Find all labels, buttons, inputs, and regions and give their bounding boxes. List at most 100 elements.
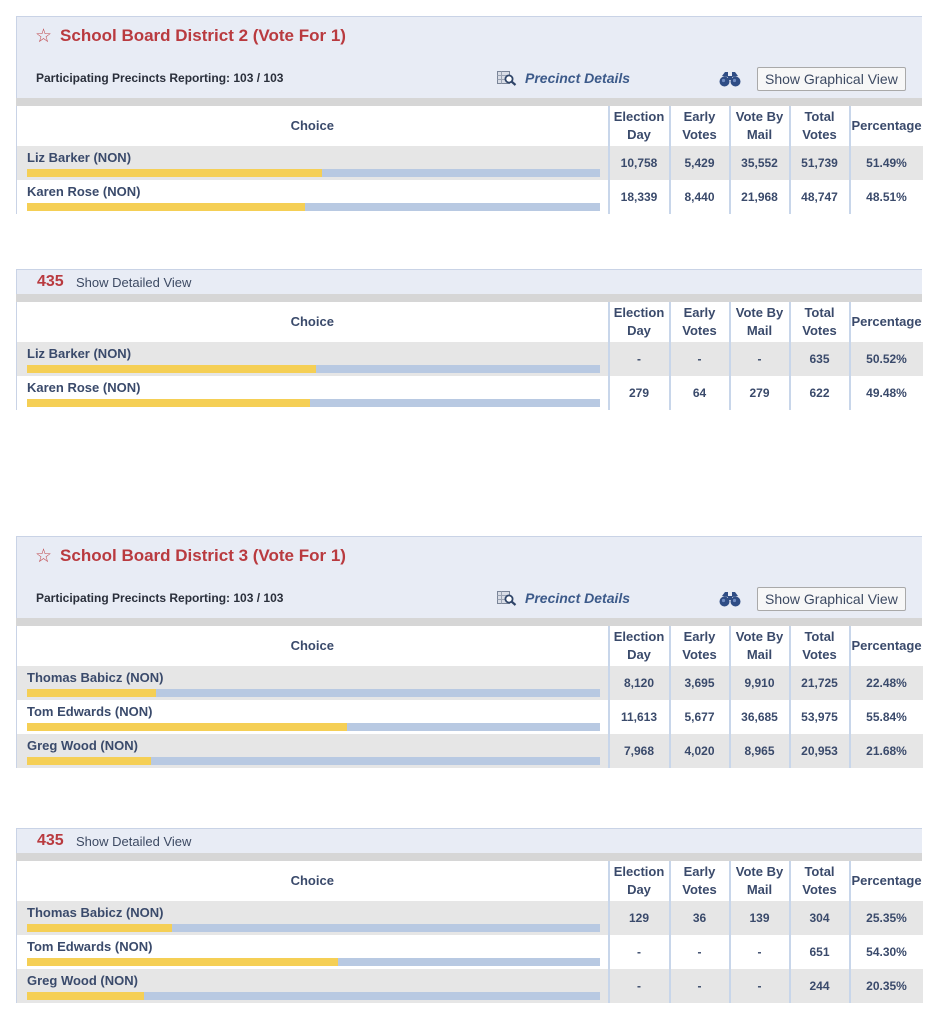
candidate-cell: Tom Edwards (NON) xyxy=(16,935,609,969)
precinct-results-table: Choice Election Day Early Votes Vote By Mai… xyxy=(16,302,923,410)
vote-share-bar xyxy=(27,399,600,407)
star-icon[interactable]: ☆ xyxy=(35,547,52,566)
percentage-value: 25.35% xyxy=(848,901,923,935)
table-header-row: Choice Election Day Early Votes Vote By Mai… xyxy=(16,302,923,342)
early-votes-value: - xyxy=(668,935,730,969)
show-graphical-view-button[interactable]: Show Graphical View xyxy=(757,587,906,611)
early-votes-value: - xyxy=(668,969,730,1003)
vote-by-mail-value: 21,968 xyxy=(728,180,790,214)
vote-share-bar xyxy=(27,203,600,211)
percentage-value: 48.51% xyxy=(848,180,923,214)
percentage-value: 21.68% xyxy=(848,734,923,768)
table-row: Karen Rose (NON) 18,339 8,440 21,968 48,… xyxy=(16,180,923,214)
precinct-details-link[interactable]: Precinct Details xyxy=(497,590,630,606)
results-table: Choice Election Day Early Votes Vote By Mai… xyxy=(16,106,923,214)
candidate-name: Liz Barker (NON) xyxy=(27,150,132,165)
candidate-name: Greg Wood (NON) xyxy=(27,738,138,753)
show-graphical-view-button[interactable]: Show Graphical View xyxy=(757,67,906,91)
early-votes-value: 3,695 xyxy=(668,666,730,700)
contest-header: ☆ School Board District 3 (Vote For 1) P… xyxy=(16,536,922,618)
results-table: Choice Election Day Early Votes Vote By Mai… xyxy=(16,626,923,768)
vote-share-bar xyxy=(27,757,600,765)
early-votes-value: 64 xyxy=(668,376,730,410)
vote-share-fill xyxy=(27,203,305,211)
percentage-value: 50.52% xyxy=(848,342,923,376)
choice-header: Choice xyxy=(16,302,609,342)
election-day-value: - xyxy=(607,935,670,969)
vote-by-mail-header: Vote By Mail xyxy=(728,106,790,146)
total-votes-value: 21,725 xyxy=(788,666,850,700)
candidate-name: Thomas Babicz (NON) xyxy=(27,670,164,685)
candidate-cell: Thomas Babicz (NON) xyxy=(16,901,609,935)
total-votes-value: 53,975 xyxy=(788,700,850,734)
separator xyxy=(16,98,922,106)
election-day-value: 11,613 xyxy=(607,700,670,734)
election-day-value: 8,120 xyxy=(607,666,670,700)
vote-by-mail-header: Vote By Mail xyxy=(728,626,790,666)
separator xyxy=(16,618,922,626)
table-row: Thomas Babicz (NON) 129 36 139 304 25.35… xyxy=(16,901,923,935)
precinct-results-district-3: 435 Show Detailed View Choice Election Da… xyxy=(16,828,923,1003)
total-votes-value: 244 xyxy=(788,969,850,1003)
early-votes-value: 5,429 xyxy=(668,146,730,180)
total-votes-header: Total Votes xyxy=(788,106,850,146)
election-day-value: 10,758 xyxy=(607,146,670,180)
vote-share-fill xyxy=(27,169,322,177)
table-row: Thomas Babicz (NON) 8,120 3,695 9,910 21… xyxy=(16,666,923,700)
total-votes-value: 635 xyxy=(788,342,850,376)
precinct-details-link[interactable]: Precinct Details xyxy=(497,70,630,86)
percentage-value: 51.49% xyxy=(848,146,923,180)
election-day-value: - xyxy=(607,342,670,376)
contest-title: ☆ School Board District 3 (Vote For 1) xyxy=(35,546,346,566)
early-votes-value: 4,020 xyxy=(668,734,730,768)
candidate-cell: Tom Edwards (NON) xyxy=(16,700,609,734)
total-votes-header: Total Votes xyxy=(788,302,850,342)
vote-share-fill xyxy=(27,689,156,697)
choice-header: Choice xyxy=(16,861,609,901)
table-header-row: Choice Election Day Early Votes Vote By Mai… xyxy=(16,626,923,666)
table-row: Karen Rose (NON) 279 64 279 622 49.48% xyxy=(16,376,923,410)
table-header-row: Choice Election Day Early Votes Vote By Mai… xyxy=(16,861,923,901)
contest-district-2: ☆ School Board District 2 (Vote For 1) P… xyxy=(16,16,923,214)
candidate-cell: Greg Wood (NON) xyxy=(16,734,609,768)
early-votes-value: 5,677 xyxy=(668,700,730,734)
choice-header: Choice xyxy=(16,626,609,666)
election-day-value: - xyxy=(607,969,670,1003)
total-votes-header: Total Votes xyxy=(788,861,850,901)
candidate-name: Thomas Babicz (NON) xyxy=(27,905,164,920)
vote-share-fill xyxy=(27,958,338,966)
total-votes-header: Total Votes xyxy=(788,626,850,666)
early-votes-header: Early Votes xyxy=(668,106,730,146)
candidate-name: Greg Wood (NON) xyxy=(27,973,138,988)
precinct-header: 435 Show Detailed View xyxy=(16,269,922,294)
table-row: Greg Wood (NON) 7,968 4,020 8,965 20,953… xyxy=(16,734,923,768)
total-votes-value: 622 xyxy=(788,376,850,410)
star-icon[interactable]: ☆ xyxy=(35,27,52,46)
vote-share-bar xyxy=(27,689,600,697)
table-row: Liz Barker (NON) 10,758 5,429 35,552 51,… xyxy=(16,146,923,180)
precinct-details-icon xyxy=(497,70,517,86)
percentage-value: 54.30% xyxy=(848,935,923,969)
percentage-value: 22.48% xyxy=(848,666,923,700)
candidate-name: Liz Barker (NON) xyxy=(27,346,132,361)
vote-share-fill xyxy=(27,924,173,932)
vote-share-bar xyxy=(27,958,600,966)
show-detailed-view-link[interactable]: Show Detailed View xyxy=(76,275,191,290)
early-votes-value: 8,440 xyxy=(668,180,730,214)
show-detailed-view-link[interactable]: Show Detailed View xyxy=(76,834,191,849)
precinct-header: 435 Show Detailed View xyxy=(16,828,922,853)
vote-share-bar xyxy=(27,365,600,373)
precinct-details-label: Precinct Details xyxy=(525,70,631,86)
percentage-header: Percentage xyxy=(848,106,923,146)
candidate-cell: Thomas Babicz (NON) xyxy=(16,666,609,700)
candidate-name: Karen Rose (NON) xyxy=(27,380,141,395)
contest-header: ☆ School Board District 2 (Vote For 1) P… xyxy=(16,16,922,98)
table-row: Tom Edwards (NON) - - - 651 54.30% xyxy=(16,935,923,969)
vote-by-mail-value: 8,965 xyxy=(728,734,790,768)
candidate-cell: Greg Wood (NON) xyxy=(16,969,609,1003)
candidate-name: Karen Rose (NON) xyxy=(27,184,141,199)
vote-by-mail-value: 9,910 xyxy=(728,666,790,700)
election-day-value: 18,339 xyxy=(607,180,670,214)
early-votes-header: Early Votes xyxy=(668,626,730,666)
vote-share-bar xyxy=(27,169,600,177)
